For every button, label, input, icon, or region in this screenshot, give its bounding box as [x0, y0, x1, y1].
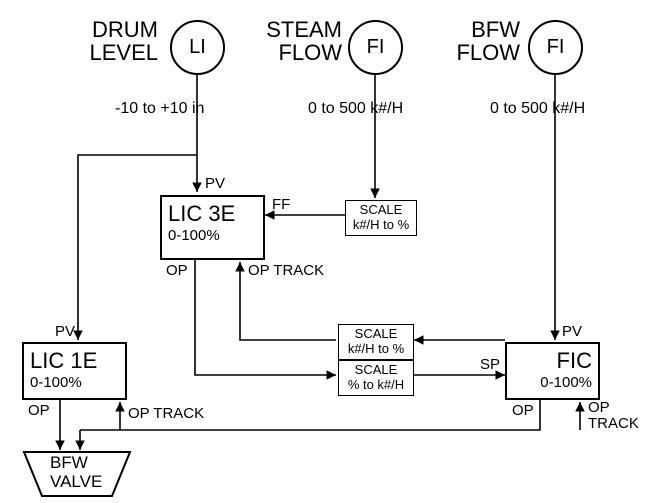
- scale-s2-l1: SCALE: [343, 327, 409, 342]
- fic-name: FIC: [513, 348, 592, 374]
- scale-s3-l1: SCALE: [343, 363, 409, 378]
- lic3e-op-label: OP: [166, 262, 188, 279]
- scale-s3-l2: % to k#/H: [343, 378, 409, 393]
- steam-flow-indicator: FI: [348, 20, 403, 75]
- lic3e-optrack-label: OP TRACK: [248, 262, 324, 279]
- bfw-flow-header-1: BFW: [471, 17, 520, 42]
- fic-optrack-1: OP: [588, 399, 610, 416]
- fic-optrack-label: OP TRACK: [588, 400, 639, 432]
- lic1e-block: LIC 1E 0-100%: [22, 342, 127, 400]
- drum-level-header-1: DRUM: [92, 17, 158, 42]
- steam-flow-tag: FI: [367, 36, 385, 59]
- scale-steam-block: SCALE k#/H to %: [345, 200, 417, 236]
- fic-optrack-2: TRACK: [588, 415, 639, 432]
- lic3e-name: LIC 3E: [168, 201, 257, 227]
- fic-range: 0-100%: [513, 374, 592, 391]
- control-diagram: DRUM LEVEL LI -10 to +10 in STEAM FLOW F…: [0, 0, 646, 503]
- lic3e-ff-label: FF: [272, 196, 290, 213]
- steam-flow-header-2: FLOW: [278, 40, 342, 65]
- fic-block: FIC 0-100%: [505, 342, 600, 400]
- steam-flow-header: STEAM FLOW: [252, 18, 342, 64]
- scale-steam-l1: SCALE: [350, 203, 412, 218]
- fic-op-label: OP: [512, 402, 534, 419]
- scale-fic-to-pct-block: SCALE k#/H to %: [338, 324, 414, 360]
- lic3e-range: 0-100%: [168, 227, 257, 244]
- fic-sp-label: SP: [480, 356, 500, 373]
- lic1e-name: LIC 1E: [30, 348, 119, 374]
- bfw-flow-header: BFW FLOW: [450, 18, 520, 64]
- lic3e-block: LIC 3E 0-100%: [160, 195, 265, 260]
- bfw-flow-header-2: FLOW: [456, 40, 520, 65]
- lic1e-optrack-label: OP TRACK: [128, 405, 204, 422]
- valve-l1: BFW: [50, 453, 88, 472]
- lic1e-op-label: OP: [28, 402, 50, 419]
- fic-pv-label: PV: [562, 323, 582, 340]
- drum-level-header-2: LEVEL: [90, 40, 159, 65]
- drum-level-range: -10 to +10 in: [115, 100, 204, 118]
- bfw-flow-indicator: FI: [528, 20, 583, 75]
- bfw-flow-range: 0 to 500 k#/H: [490, 100, 585, 118]
- bfw-valve: BFW VALVE: [22, 450, 132, 503]
- valve-l2: VALVE: [50, 472, 102, 491]
- drum-level-header: DRUM LEVEL: [68, 18, 158, 64]
- drum-level-indicator: LI: [170, 20, 225, 75]
- lic3e-pv-label: PV: [205, 175, 225, 192]
- bfw-flow-tag: FI: [547, 36, 565, 59]
- scale-steam-l2: k#/H to %: [350, 218, 412, 233]
- lic1e-range: 0-100%: [30, 374, 119, 391]
- steam-flow-header-1: STEAM: [266, 17, 342, 42]
- steam-flow-range: 0 to 500 k#/H: [308, 100, 403, 118]
- scale-s2-l2: k#/H to %: [343, 342, 409, 357]
- scale-pct-to-flow-block: SCALE % to k#/H: [338, 360, 414, 396]
- lic1e-pv-label: PV: [55, 323, 75, 340]
- drum-level-tag: LI: [189, 36, 206, 59]
